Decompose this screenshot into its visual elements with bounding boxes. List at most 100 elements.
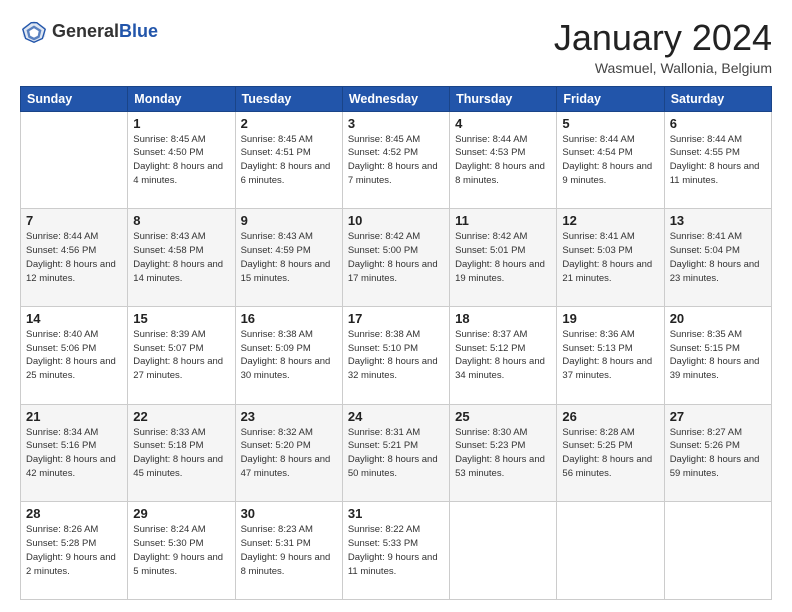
day-info: Sunrise: 8:43 AMSunset: 4:59 PMDaylight:… (241, 230, 337, 285)
title-block: January 2024 Wasmuel, Wallonia, Belgium (554, 18, 772, 76)
day-info: Sunrise: 8:36 AMSunset: 5:13 PMDaylight:… (562, 328, 658, 383)
calendar-cell: 21 Sunrise: 8:34 AMSunset: 5:16 PMDayligh… (21, 404, 128, 502)
day-number: 23 (241, 409, 337, 424)
calendar-cell: 1 Sunrise: 8:45 AMSunset: 4:50 PMDaylight… (128, 111, 235, 209)
calendar-cell: 10 Sunrise: 8:42 AMSunset: 5:00 PMDayligh… (342, 209, 449, 307)
day-number: 26 (562, 409, 658, 424)
day-info: Sunrise: 8:27 AMSunset: 5:26 PMDaylight:… (670, 426, 766, 481)
header-thursday: Thursday (450, 86, 557, 111)
day-info: Sunrise: 8:42 AMSunset: 5:00 PMDaylight:… (348, 230, 444, 285)
calendar-cell: 11Sunrise: 8:42 AMSunset: 5:01 PMDayligh… (450, 209, 557, 307)
calendar-cell: 25 Sunrise: 8:30 AMSunset: 5:23 PMDayligh… (450, 404, 557, 502)
header-sunday: Sunday (21, 86, 128, 111)
day-info: Sunrise: 8:45 AMSunset: 4:50 PMDaylight:… (133, 133, 229, 188)
calendar-cell: 8Sunrise: 8:43 AMSunset: 4:58 PMDaylight… (128, 209, 235, 307)
calendar-row-2: 7 Sunrise: 8:44 AMSunset: 4:56 PMDaylight… (21, 209, 772, 307)
day-info: Sunrise: 8:31 AMSunset: 5:21 PMDaylight:… (348, 426, 444, 481)
day-number: 7 (26, 213, 122, 228)
calendar-cell: 14 Sunrise: 8:40 AMSunset: 5:06 PMDayligh… (21, 306, 128, 404)
calendar-cell (557, 502, 664, 600)
header-friday: Friday (557, 86, 664, 111)
calendar-cell: 3Sunrise: 8:45 AMSunset: 4:52 PMDaylight… (342, 111, 449, 209)
logo-text: GeneralBlue (52, 22, 158, 42)
calendar-cell (21, 111, 128, 209)
calendar-cell: 4Sunrise: 8:44 AMSunset: 4:53 PMDaylight… (450, 111, 557, 209)
day-info: Sunrise: 8:34 AMSunset: 5:16 PMDaylight:… (26, 426, 122, 481)
day-number: 19 (562, 311, 658, 326)
day-number: 10 (348, 213, 444, 228)
calendar-cell: 30 Sunrise: 8:23 AMSunset: 5:31 PMDayligh… (235, 502, 342, 600)
day-info: Sunrise: 8:28 AMSunset: 5:25 PMDaylight:… (562, 426, 658, 481)
month-title: January 2024 (554, 18, 772, 58)
calendar-cell: 23 Sunrise: 8:32 AMSunset: 5:20 PMDayligh… (235, 404, 342, 502)
day-number: 28 (26, 506, 122, 521)
calendar-cell: 13 Sunrise: 8:41 AMSunset: 5:04 PMDayligh… (664, 209, 771, 307)
day-number: 6 (670, 116, 766, 131)
calendar-cell: 6 Sunrise: 8:44 AMSunset: 4:55 PMDaylight… (664, 111, 771, 209)
day-info: Sunrise: 8:24 AMSunset: 5:30 PMDaylight:… (133, 523, 229, 578)
calendar-cell: 9 Sunrise: 8:43 AMSunset: 4:59 PMDaylight… (235, 209, 342, 307)
day-info: Sunrise: 8:26 AMSunset: 5:28 PMDaylight:… (26, 523, 122, 578)
calendar-cell: 20Sunrise: 8:35 AMSunset: 5:15 PMDayligh… (664, 306, 771, 404)
logo: GeneralBlue (20, 18, 158, 46)
calendar-row-3: 14 Sunrise: 8:40 AMSunset: 5:06 PMDayligh… (21, 306, 772, 404)
logo-icon (20, 18, 48, 46)
day-info: Sunrise: 8:37 AMSunset: 5:12 PMDaylight:… (455, 328, 551, 383)
calendar-cell: 22 Sunrise: 8:33 AMSunset: 5:18 PMDayligh… (128, 404, 235, 502)
day-number: 2 (241, 116, 337, 131)
day-number: 14 (26, 311, 122, 326)
day-number: 12 (562, 213, 658, 228)
calendar-row-1: 1 Sunrise: 8:45 AMSunset: 4:50 PMDaylight… (21, 111, 772, 209)
day-info: Sunrise: 8:32 AMSunset: 5:20 PMDaylight:… (241, 426, 337, 481)
day-number: 27 (670, 409, 766, 424)
page: GeneralBlue January 2024 Wasmuel, Wallon… (0, 0, 792, 612)
day-info: Sunrise: 8:40 AMSunset: 5:06 PMDaylight:… (26, 328, 122, 383)
day-number: 20 (670, 311, 766, 326)
day-info: Sunrise: 8:44 AMSunset: 4:56 PMDaylight:… (26, 230, 122, 285)
day-info: Sunrise: 8:44 AMSunset: 4:54 PMDaylight:… (562, 133, 658, 188)
day-number: 29 (133, 506, 229, 521)
day-info: Sunrise: 8:41 AMSunset: 5:03 PMDaylight:… (562, 230, 658, 285)
day-number: 22 (133, 409, 229, 424)
day-number: 18 (455, 311, 551, 326)
day-number: 25 (455, 409, 551, 424)
day-number: 8 (133, 213, 229, 228)
calendar-cell: 18 Sunrise: 8:37 AMSunset: 5:12 PMDayligh… (450, 306, 557, 404)
day-info: Sunrise: 8:45 AMSunset: 4:51 PMDaylight:… (241, 133, 337, 188)
header-saturday: Saturday (664, 86, 771, 111)
day-info: Sunrise: 8:30 AMSunset: 5:23 PMDaylight:… (455, 426, 551, 481)
weekday-header-row: Sunday Monday Tuesday Wednesday Thursday… (21, 86, 772, 111)
day-info: Sunrise: 8:39 AMSunset: 5:07 PMDaylight:… (133, 328, 229, 383)
day-info: Sunrise: 8:23 AMSunset: 5:31 PMDaylight:… (241, 523, 337, 578)
day-number: 1 (133, 116, 229, 131)
day-number: 4 (455, 116, 551, 131)
calendar-cell: 26 Sunrise: 8:28 AMSunset: 5:25 PMDayligh… (557, 404, 664, 502)
calendar-cell: 15Sunrise: 8:39 AMSunset: 5:07 PMDayligh… (128, 306, 235, 404)
day-info: Sunrise: 8:33 AMSunset: 5:18 PMDaylight:… (133, 426, 229, 481)
day-number: 9 (241, 213, 337, 228)
calendar-cell: 29 Sunrise: 8:24 AMSunset: 5:30 PMDayligh… (128, 502, 235, 600)
calendar-cell: 27 Sunrise: 8:27 AMSunset: 5:26 PMDayligh… (664, 404, 771, 502)
day-info: Sunrise: 8:45 AMSunset: 4:52 PMDaylight:… (348, 133, 444, 188)
calendar-cell (450, 502, 557, 600)
location: Wasmuel, Wallonia, Belgium (554, 60, 772, 76)
day-number: 24 (348, 409, 444, 424)
calendar-row-5: 28 Sunrise: 8:26 AMSunset: 5:28 PMDayligh… (21, 502, 772, 600)
day-number: 30 (241, 506, 337, 521)
calendar-cell: 17Sunrise: 8:38 AMSunset: 5:10 PMDayligh… (342, 306, 449, 404)
calendar-table: Sunday Monday Tuesday Wednesday Thursday… (20, 86, 772, 600)
header-tuesday: Tuesday (235, 86, 342, 111)
day-info: Sunrise: 8:41 AMSunset: 5:04 PMDaylight:… (670, 230, 766, 285)
header: GeneralBlue January 2024 Wasmuel, Wallon… (20, 18, 772, 76)
day-number: 11 (455, 213, 551, 228)
calendar-cell: 19 Sunrise: 8:36 AMSunset: 5:13 PMDayligh… (557, 306, 664, 404)
calendar-cell: 12 Sunrise: 8:41 AMSunset: 5:03 PMDayligh… (557, 209, 664, 307)
day-number: 16 (241, 311, 337, 326)
day-number: 21 (26, 409, 122, 424)
header-monday: Monday (128, 86, 235, 111)
day-number: 31 (348, 506, 444, 521)
day-info: Sunrise: 8:44 AMSunset: 4:55 PMDaylight:… (670, 133, 766, 188)
calendar-cell: 16Sunrise: 8:38 AMSunset: 5:09 PMDayligh… (235, 306, 342, 404)
day-number: 13 (670, 213, 766, 228)
calendar-cell: 28 Sunrise: 8:26 AMSunset: 5:28 PMDayligh… (21, 502, 128, 600)
